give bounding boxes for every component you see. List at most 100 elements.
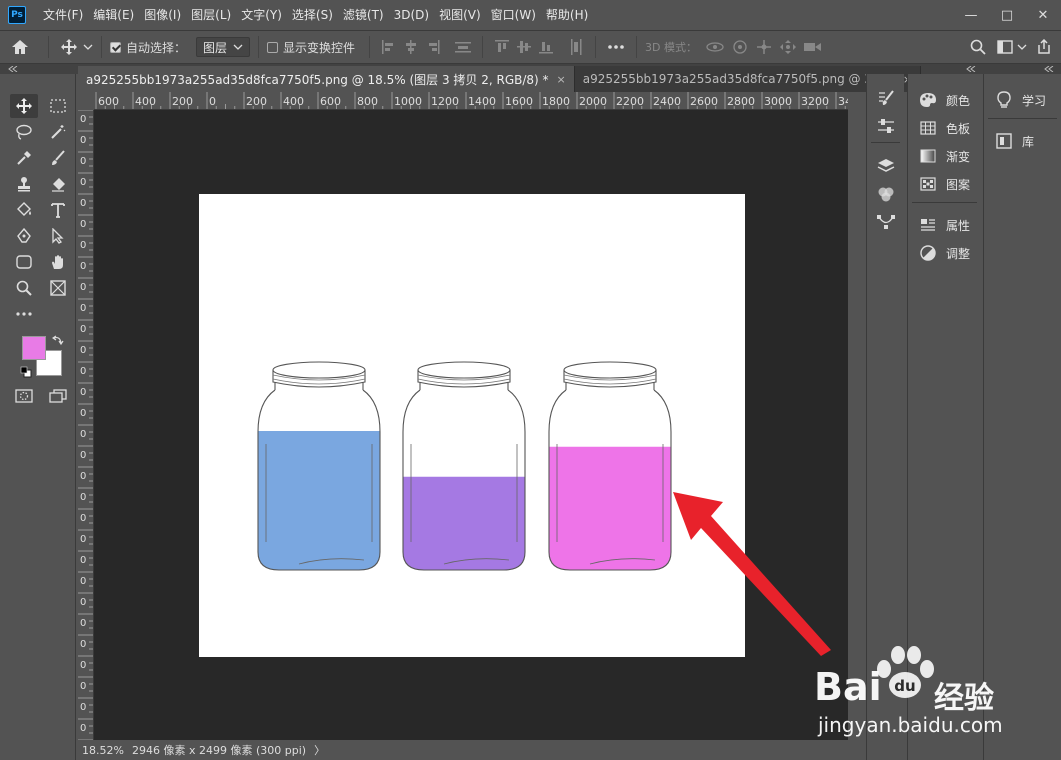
type-tool[interactable] [44, 198, 72, 222]
shape-tool[interactable] [10, 250, 38, 274]
swatches-panel-button[interactable]: 色板 [908, 114, 981, 142]
lasso-tool[interactable] [10, 120, 38, 144]
distribute-horizontal-button[interactable] [565, 37, 587, 57]
screen-mode-button[interactable] [44, 384, 72, 408]
align-center-h-button[interactable] [400, 37, 422, 57]
workspace-button[interactable] [993, 32, 1017, 62]
align-bottom-button[interactable] [535, 37, 557, 57]
menu-layer[interactable]: 图层(L) [186, 0, 236, 30]
swap-colors-icon[interactable] [52, 334, 64, 346]
align-middle-v-button[interactable] [513, 37, 535, 57]
more-options-button[interactable] [604, 32, 628, 62]
ruler-origin[interactable] [78, 92, 94, 110]
horizontal-ruler[interactable]: 600 400 200 0 200 400 600 800 1000 1200 1400 1600 18… [94, 92, 848, 110]
brush-settings-button[interactable] [872, 86, 900, 110]
quick-mask-button[interactable] [10, 384, 38, 408]
color-panel-button[interactable]: 颜色 [908, 86, 981, 114]
zoom-tool[interactable] [10, 276, 38, 300]
tool-presets-button[interactable] [872, 114, 900, 138]
jar [402, 361, 526, 571]
menu-edit[interactable]: 编辑(E) [88, 0, 139, 30]
ruler-label: 2800 [727, 95, 755, 108]
layers-button[interactable] [872, 154, 900, 178]
jar [548, 361, 672, 571]
ruler-label: 400 [135, 95, 156, 108]
auto-select-target-dropdown[interactable]: 图层 [196, 37, 251, 57]
maximize-button[interactable]: □ [989, 0, 1025, 30]
menu-view[interactable]: 视图(V) [434, 0, 486, 30]
chevron-down-icon[interactable] [83, 43, 93, 51]
layers-icon [877, 159, 895, 172]
rectangle-marquee-icon [50, 99, 66, 113]
eraser-tool[interactable] [44, 172, 72, 196]
path-selection-tool[interactable] [44, 224, 72, 248]
hand-tool[interactable] [44, 250, 72, 274]
zoom-level[interactable]: 18.52% [82, 744, 130, 757]
ruler-label: 200 [172, 95, 193, 108]
document-tab-active[interactable]: a925255bb1973a255ad35d8fca7750f5.png @ 1… [78, 66, 575, 92]
move-tool[interactable] [10, 94, 38, 118]
edit-toolbar-button[interactable] [10, 302, 38, 326]
eyedropper-tool[interactable] [10, 146, 38, 170]
divider [871, 142, 900, 143]
ruler-label: 200 [246, 95, 267, 108]
menu-filter[interactable]: 滤镜(T) [338, 0, 389, 30]
ruler-label: 0 [80, 513, 86, 524]
libraries-panel-button[interactable]: 库 [984, 127, 1061, 155]
menu-file[interactable]: 文件(F) [38, 0, 88, 30]
show-transform-checkbox[interactable] [267, 41, 279, 53]
chevron-down-icon[interactable] [1017, 43, 1027, 51]
channels-button[interactable] [872, 182, 900, 206]
properties-panel-button[interactable]: 属性 [908, 211, 981, 239]
ruler-label: 0 [80, 219, 86, 230]
show-transform-label: 显示变换控件 [283, 40, 356, 55]
close-window-button[interactable]: ✕ [1025, 0, 1061, 30]
collapse-dock-icon[interactable] [966, 66, 976, 72]
magic-wand-tool[interactable] [44, 120, 72, 144]
menu-image[interactable]: 图像(I) [139, 0, 186, 30]
document-canvas[interactable] [199, 194, 745, 657]
default-colors-icon[interactable] [20, 366, 32, 378]
search-button[interactable] [963, 32, 993, 62]
brush-tool[interactable] [44, 146, 72, 170]
align-left-button[interactable] [378, 37, 400, 57]
watermark-brand-left: Bai [814, 665, 882, 709]
menu-3d[interactable]: 3D(D) [389, 0, 434, 30]
distribute-vertical-button[interactable] [452, 37, 474, 57]
align-right-button[interactable] [422, 37, 444, 57]
marquee-tool[interactable] [44, 94, 72, 118]
vertical-ruler[interactable]: 0 0 0 0 0 0 0 0 0 0 0 0 0 0 0 0 0 0 0 0 0 0 0 0 0 0 0 0 0 0 [78, 110, 94, 740]
channels-icon [878, 187, 894, 202]
menu-type[interactable]: 文字(Y) [236, 0, 287, 30]
more-icon [608, 45, 624, 49]
learn-panel-button[interactable]: 学习 [984, 86, 1061, 114]
divider [595, 36, 597, 58]
collapse-toolbar-icon[interactable] [8, 66, 18, 72]
status-menu-arrow[interactable]: 〉 [314, 742, 325, 758]
align-top-button[interactable] [491, 37, 513, 57]
panel-label: 图案 [946, 177, 971, 192]
collapse-dock-icon[interactable] [1044, 66, 1054, 72]
move-tool-preset-button[interactable] [57, 32, 81, 62]
menu-bar: Ps 文件(F) 编辑(E) 图像(I) 图层(L) 文字(Y) 选择(S) 滤… [0, 0, 1061, 30]
paint-bucket-tool[interactable] [10, 198, 38, 222]
home-button[interactable] [0, 32, 40, 62]
pen-tool[interactable] [10, 224, 38, 248]
frame-tool[interactable] [44, 276, 72, 300]
adjustments-panel-button[interactable]: 调整 [908, 239, 981, 267]
auto-select-checkbox[interactable] [110, 41, 121, 53]
gradients-panel-button[interactable]: 渐变 [908, 142, 981, 170]
foreground-color-swatch[interactable] [22, 336, 46, 360]
patterns-panel-button[interactable]: 图案 [908, 170, 981, 198]
menu-help[interactable]: 帮助(H) [541, 0, 593, 30]
share-button[interactable] [1027, 32, 1061, 62]
minimize-button[interactable]: — [953, 0, 989, 30]
menu-select[interactable]: 选择(S) [287, 0, 338, 30]
menu-window[interactable]: 窗口(W) [486, 0, 541, 30]
ruler-label: 0 [80, 618, 86, 629]
home-icon [12, 40, 28, 54]
close-tab-button[interactable]: × [557, 73, 566, 86]
jar-liquid [258, 430, 380, 570]
clone-stamp-tool[interactable] [10, 172, 38, 196]
paths-button[interactable] [872, 210, 900, 234]
